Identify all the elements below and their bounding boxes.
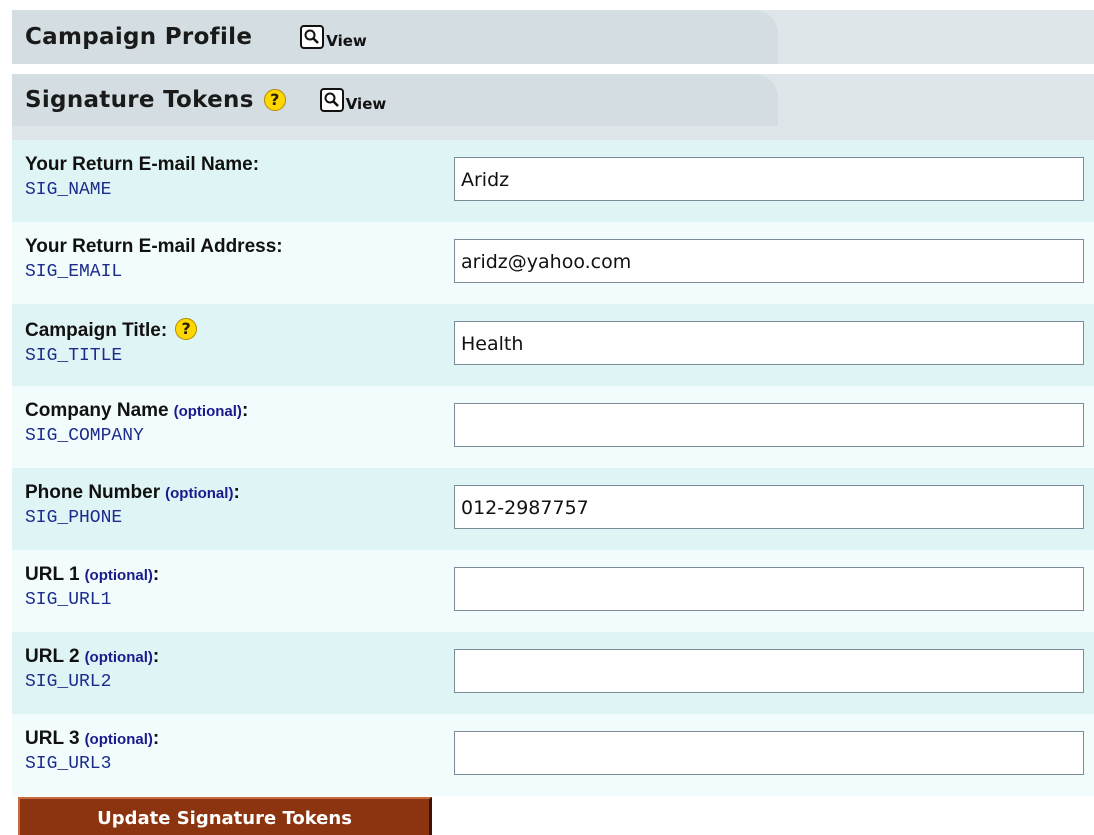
field-label: Company Name — [25, 400, 169, 421]
optional-marker: (optional) — [173, 403, 242, 420]
signature-tokens-header: Signature Tokens ? View — [12, 74, 1094, 140]
optional-marker: (optional) — [84, 567, 153, 584]
field-label-block: Campaign Title:? SIG_TITLE — [25, 318, 445, 366]
token-name: SIG_URL1 — [25, 590, 112, 610]
field-label-block: URL 2 (optional): SIG_URL2 — [25, 646, 445, 692]
form-row: Your Return E-mail Name: SIG_NAME — [12, 140, 1094, 222]
help-icon[interactable]: ? — [175, 318, 198, 340]
label-colon: : — [276, 236, 283, 257]
field-label-block: URL 1 (optional): SIG_URL1 — [25, 564, 445, 610]
token-value-input[interactable] — [454, 485, 1084, 529]
help-icon[interactable]: ? — [263, 89, 286, 111]
field-label: Your Return E-mail Address — [25, 236, 277, 257]
token-value-input[interactable] — [454, 157, 1084, 201]
token-name: SIG_NAME — [25, 180, 112, 200]
form-row: URL 1 (optional): SIG_URL1 — [12, 550, 1094, 632]
signature-tokens-title: Signature Tokens — [25, 87, 254, 113]
field-label-block: Phone Number (optional): SIG_PHONE — [25, 482, 445, 528]
label-colon: : — [160, 320, 168, 341]
token-name: SIG_URL3 — [25, 754, 112, 774]
field-label-block: Your Return E-mail Name: SIG_NAME — [25, 154, 445, 200]
view-label: View — [345, 95, 387, 113]
token-value-input[interactable] — [454, 567, 1084, 611]
token-value-input[interactable] — [454, 321, 1084, 365]
field-label-block: Company Name (optional): SIG_COMPANY — [25, 400, 445, 446]
label-colon: : — [152, 728, 160, 749]
field-label-block: Your Return E-mail Address: SIG_EMAIL — [25, 236, 445, 282]
token-name: SIG_EMAIL — [25, 262, 123, 282]
campaign-profile-tab: Campaign Profile View — [12, 10, 778, 64]
token-value-input[interactable] — [454, 403, 1084, 447]
magnifier-icon — [319, 88, 344, 112]
token-name: SIG_URL2 — [25, 672, 112, 692]
magnifier-icon — [300, 25, 325, 49]
view-label: View — [326, 32, 367, 50]
campaign-profile-view-link[interactable]: View — [300, 25, 367, 49]
optional-marker: (optional) — [165, 485, 234, 502]
label-colon: : — [233, 482, 240, 503]
label-colon: : — [241, 400, 249, 421]
optional-marker: (optional) — [84, 649, 153, 666]
token-name: SIG_PHONE — [25, 508, 123, 528]
optional-marker: (optional) — [84, 731, 153, 748]
field-label: Campaign Title — [25, 320, 161, 341]
field-label: URL 2 — [25, 646, 80, 667]
form-row: URL 2 (optional): SIG_URL2 — [12, 632, 1094, 714]
token-name: SIG_COMPANY — [25, 426, 144, 446]
form-row: Campaign Title:? SIG_TITLE — [12, 304, 1094, 386]
label-colon: : — [252, 154, 260, 175]
form-row: URL 3 (optional): SIG_URL3 — [12, 714, 1094, 796]
signature-tokens-view-link[interactable]: View — [319, 88, 387, 113]
token-value-input[interactable] — [454, 731, 1084, 775]
field-label: URL 3 — [25, 728, 80, 749]
token-name: SIG_TITLE — [25, 346, 123, 366]
signature-tokens-tab: Signature Tokens ? View — [12, 74, 778, 126]
page: Campaign Profile View Signature Tokens ? — [0, 0, 1094, 835]
form-row: Your Return E-mail Address: SIG_EMAIL — [12, 222, 1094, 304]
field-label: Your Return E-mail Name — [25, 154, 253, 175]
form-row: Phone Number (optional): SIG_PHONE — [12, 468, 1094, 550]
label-colon: : — [152, 564, 160, 585]
campaign-profile-title: Campaign Profile — [25, 24, 253, 50]
signature-tokens-form: Your Return E-mail Name:SIG_NAMEYour Ret… — [12, 140, 1094, 796]
form-row: Company Name (optional): SIG_COMPANY — [12, 386, 1094, 468]
label-colon: : — [152, 646, 160, 667]
field-label-block: URL 3 (optional): SIG_URL3 — [25, 728, 445, 774]
campaign-profile-header: Campaign Profile View — [12, 10, 1094, 64]
field-label: URL 1 — [25, 564, 80, 585]
token-value-input[interactable] — [454, 239, 1084, 283]
update-signature-tokens-button[interactable]: Update Signature Tokens — [18, 797, 432, 835]
token-value-input[interactable] — [454, 649, 1084, 693]
field-label: Phone Number — [25, 482, 161, 503]
